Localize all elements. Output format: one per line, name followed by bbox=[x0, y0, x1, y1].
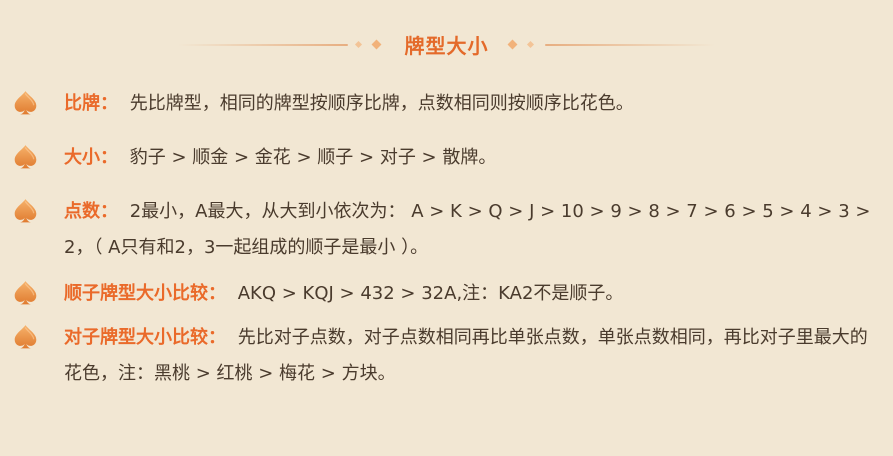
rule-item: 比牌： 先比牌型，相同的牌型按顺序比牌，点数相同则按顺序比花色。 bbox=[12, 86, 872, 122]
spade-icon bbox=[12, 279, 39, 306]
spade-icon bbox=[12, 89, 39, 116]
rule-content: 先比牌型，相同的牌型按顺序比牌，点数相同则按顺序比花色。 bbox=[129, 93, 634, 114]
section-header: 牌型大小 bbox=[0, 24, 893, 64]
rules-list: 比牌： 先比牌型，相同的牌型按顺序比牌，点数相同则按顺序比花色。 大小： 豹子 … bbox=[12, 86, 872, 392]
rule-label: 点数： bbox=[64, 201, 118, 222]
section-title: 牌型大小 bbox=[404, 34, 489, 58]
rule-label: 对子牌型大小比较： bbox=[64, 327, 226, 348]
spade-icon bbox=[12, 143, 39, 170]
rule-content: 2最小，A最大，从大到小依次为： A > K > Q > J > 10 > 9 … bbox=[64, 201, 871, 258]
rule-content: AKQ > KQJ > 432 > 32A,注：KA2不是顺子。 bbox=[237, 283, 624, 304]
rule-item: 顺子牌型大小比较： AKQ > KQJ > 432 > 32A,注：KA2不是顺… bbox=[12, 276, 872, 312]
rule-label: 比牌： bbox=[64, 93, 118, 114]
spade-icon bbox=[12, 323, 39, 350]
rule-item: 大小： 豹子 > 顺金 > 金花 > 顺子 > 对子 > 散牌。 bbox=[12, 140, 872, 176]
rule-label: 顺子牌型大小比较： bbox=[64, 283, 226, 304]
rule-item: 对子牌型大小比较： 先比对子点数，对子点数相同再比单张点数，单张点数相同，再比对… bbox=[12, 320, 872, 392]
spade-icon bbox=[12, 197, 39, 224]
rule-item: 点数： 2最小，A最大，从大到小依次为： A > K > Q > J > 10 … bbox=[12, 194, 872, 266]
rule-content: 豹子 > 顺金 > 金花 > 顺子 > 对子 > 散牌。 bbox=[129, 147, 497, 168]
title-divider-right bbox=[545, 44, 715, 46]
rule-label: 大小： bbox=[64, 147, 118, 168]
